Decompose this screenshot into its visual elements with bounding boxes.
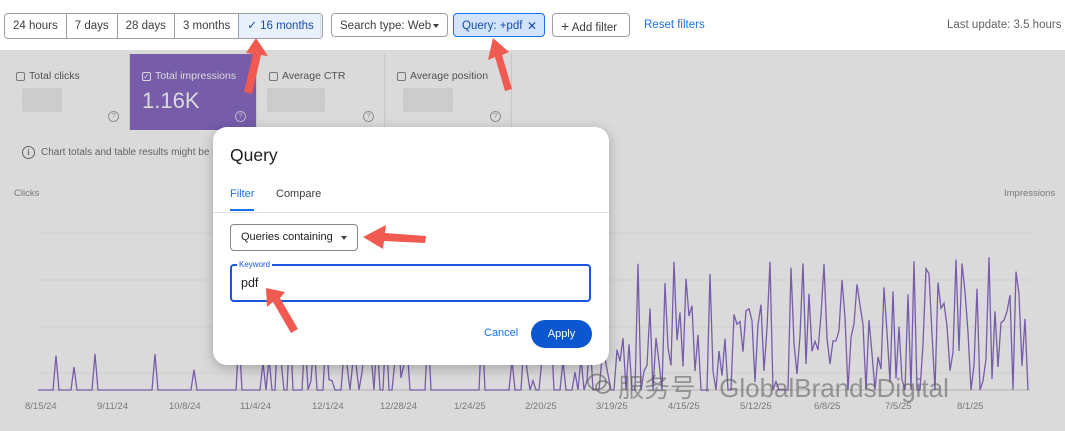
keyword-input-value[interactable]: pdf (241, 276, 258, 290)
add-filter-label: Add filter (571, 22, 618, 34)
apply-button[interactable]: Apply (531, 320, 592, 348)
tab-divider (213, 212, 609, 213)
wechat-logo-icon (587, 373, 611, 394)
tab-compare[interactable]: Compare (276, 188, 321, 200)
reset-filters-link[interactable]: Reset filters (644, 13, 705, 37)
range-3-months[interactable]: 3 months (175, 14, 240, 38)
date-range-selector: 24 hours 7 days 28 days 3 months ✓ 16 mo… (4, 13, 323, 39)
keyword-input[interactable] (230, 264, 591, 302)
range-7-days[interactable]: 7 days (67, 14, 118, 38)
cancel-button[interactable]: Cancel (484, 327, 518, 339)
match-type-dropdown[interactable]: Queries containing (230, 224, 358, 251)
add-filter-button[interactable]: + Add filter (552, 13, 630, 37)
match-type-value: Queries containing (241, 231, 333, 243)
dialog-title: Query (230, 145, 278, 165)
search-type-filter[interactable]: Search type: Web (331, 13, 448, 37)
dropdown-caret-icon (433, 24, 439, 28)
plus-icon: + (561, 18, 570, 34)
range-16-months-label: 16 months (260, 20, 314, 32)
search-type-label: Search type: Web (340, 20, 432, 32)
close-icon[interactable]: ✕ (527, 14, 537, 38)
query-filter-dialog: Query Filter Compare Queries containing … (213, 127, 609, 365)
active-tab-indicator (230, 209, 254, 211)
range-28-days[interactable]: 28 days (118, 14, 175, 38)
toolbar-divider (320, 12, 321, 40)
toolbar: 24 hours 7 days 28 days 3 months ✓ 16 mo… (0, 0, 1065, 50)
dropdown-caret-icon (341, 236, 347, 240)
tab-filter[interactable]: Filter (230, 188, 254, 200)
range-16-months[interactable]: ✓ 16 months (239, 14, 322, 38)
keyword-field-label: Keyword (237, 260, 273, 269)
check-icon: ✓ (247, 20, 261, 32)
range-24-hours[interactable]: 24 hours (5, 14, 67, 38)
query-filter-label: Query: +pdf (462, 20, 523, 32)
query-filter-chip[interactable]: Query: +pdf ✕ (453, 13, 545, 37)
watermark-text: 服务号 · GlobalBrandsDigital (618, 373, 949, 403)
last-update-text: Last update: 3.5 hours ag (947, 19, 1065, 31)
